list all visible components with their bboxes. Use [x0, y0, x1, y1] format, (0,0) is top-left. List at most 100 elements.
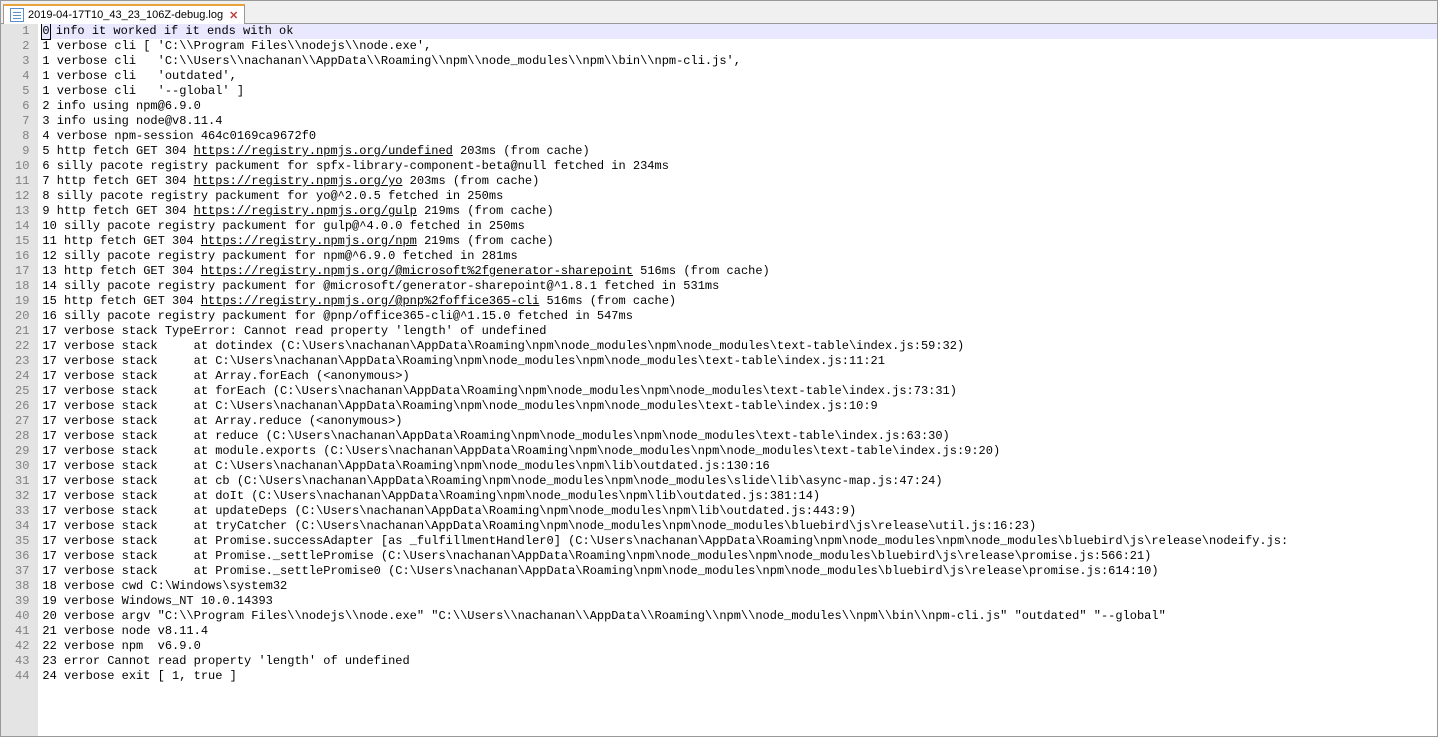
text-segment: 11 http fetch GET 304: [42, 234, 200, 248]
code-line[interactable]: 12 silly pacote registry packument for n…: [42, 249, 1437, 264]
code-line[interactable]: 16 silly pacote registry packument for @…: [42, 309, 1437, 324]
code-line[interactable]: 14 silly pacote registry packument for @…: [42, 279, 1437, 294]
line-number: 14: [15, 219, 29, 234]
text-segment: 3 info using node@v8.11.4: [42, 114, 222, 128]
code-line[interactable]: 17 verbose stack at Promise._settlePromi…: [42, 549, 1437, 564]
code-line[interactable]: 17 verbose stack at C:\Users\nachanan\Ap…: [42, 399, 1437, 414]
code-line[interactable]: 17 verbose stack at Array.reduce (<anony…: [42, 414, 1437, 429]
text-segment: 22 verbose npm v6.9.0: [42, 639, 200, 653]
text-segment: 17 verbose stack at Array.forEach (<anon…: [42, 369, 409, 383]
code-line[interactable]: 1 verbose cli '--global' ]: [42, 84, 1437, 99]
code-line[interactable]: 17 verbose stack at dotindex (C:\Users\n…: [42, 339, 1437, 354]
line-number: 38: [15, 579, 29, 594]
text-segment: 17 verbose stack at Promise._settlePromi…: [42, 564, 1158, 578]
code-line[interactable]: 8 silly pacote registry packument for yo…: [42, 189, 1437, 204]
text-segment: 17 verbose stack at tryCatcher (C:\Users…: [42, 519, 1036, 533]
url-link[interactable]: https://registry.npmjs.org/gulp: [194, 204, 417, 218]
code-line[interactable]: 11 http fetch GET 304 https://registry.n…: [42, 234, 1437, 249]
code-line[interactable]: 21 verbose node v8.11.4: [42, 624, 1437, 639]
editor-window: 2019-04-17T10_43_23_106Z-debug.log ✕ 12 3…: [0, 0, 1438, 737]
code-line[interactable]: 4 verbose npm-session 464c0169ca9672f0: [42, 129, 1437, 144]
line-number: 30: [15, 459, 29, 474]
code-line[interactable]: 17 verbose stack at Promise.successAdapt…: [42, 534, 1437, 549]
code-line[interactable]: 1 verbose cli [ 'C:\\Program Files\\node…: [42, 39, 1437, 54]
text-segment: 17 verbose stack at C:\Users\nachanan\Ap…: [42, 399, 877, 413]
code-line[interactable]: 20 verbose argv "C:\\Program Files\\node…: [42, 609, 1437, 624]
text-segment: 17 verbose stack at Promise._settlePromi…: [42, 549, 1151, 563]
text-segment: 203ms (from cache): [402, 174, 539, 188]
line-number: 43: [15, 654, 29, 669]
text-segment: 17 verbose stack at Promise.successAdapt…: [42, 534, 1288, 548]
text-segment: 14 silly pacote registry packument for @…: [42, 279, 719, 293]
code-content[interactable]: 0 info it worked if it ends with ok1 ver…: [38, 24, 1437, 736]
text-segment: 19 verbose Windows_NT 10.0.14393: [42, 594, 272, 608]
code-line[interactable]: 17 verbose stack TypeError: Cannot read …: [42, 324, 1437, 339]
code-line[interactable]: 2 info using npm@6.9.0: [42, 99, 1437, 114]
code-line[interactable]: 22 verbose npm v6.9.0: [42, 639, 1437, 654]
code-line[interactable]: 3 info using node@v8.11.4: [42, 114, 1437, 129]
url-link[interactable]: https://registry.npmjs.org/@pnp%2foffice…: [201, 294, 539, 308]
code-line[interactable]: 17 verbose stack at cb (C:\Users\nachana…: [42, 474, 1437, 489]
code-line[interactable]: 17 verbose stack at updateDeps (C:\Users…: [42, 504, 1437, 519]
line-number: 12: [15, 189, 29, 204]
text-segment: 17 verbose stack TypeError: Cannot read …: [42, 324, 546, 338]
code-line[interactable]: 7 http fetch GET 304 https://registry.np…: [42, 174, 1437, 189]
line-number: 35: [15, 534, 29, 549]
text-segment: 10 silly pacote registry packument for g…: [42, 219, 524, 233]
code-line[interactable]: 1 verbose cli 'outdated',: [42, 69, 1437, 84]
text-segment: 1 verbose cli 'outdated',: [42, 69, 236, 83]
url-link[interactable]: https://registry.npmjs.org/undefined: [194, 144, 453, 158]
code-line[interactable]: 24 verbose exit [ 1, true ]: [42, 669, 1437, 684]
code-line[interactable]: 19 verbose Windows_NT 10.0.14393: [42, 594, 1437, 609]
code-line[interactable]: 0 info it worked if it ends with ok: [42, 24, 1437, 39]
code-line[interactable]: 5 http fetch GET 304 https://registry.np…: [42, 144, 1437, 159]
code-line[interactable]: 18 verbose cwd C:\Windows\system32: [42, 579, 1437, 594]
text-segment: 6 silly pacote registry packument for sp…: [42, 159, 669, 173]
url-link[interactable]: https://registry.npmjs.org/@microsoft%2f…: [201, 264, 633, 278]
text-segment: 9 http fetch GET 304: [42, 204, 193, 218]
line-number: 26: [15, 399, 29, 414]
code-line[interactable]: 17 verbose stack at forEach (C:\Users\na…: [42, 384, 1437, 399]
code-line[interactable]: 17 verbose stack at module.exports (C:\U…: [42, 444, 1437, 459]
url-link[interactable]: https://registry.npmjs.org/yo: [194, 174, 403, 188]
code-line[interactable]: 17 verbose stack at C:\Users\nachanan\Ap…: [42, 459, 1437, 474]
text-segment: 20 verbose argv "C:\\Program Files\\node…: [42, 609, 1165, 623]
text-segment: 1 verbose cli 'C:\\Users\\nachanan\\AppD…: [42, 54, 741, 68]
text-segment: 17 verbose stack at module.exports (C:\U…: [42, 444, 1000, 458]
code-line[interactable]: 17 verbose stack at reduce (C:\Users\nac…: [42, 429, 1437, 444]
code-line[interactable]: 17 verbose stack at Promise._settlePromi…: [42, 564, 1437, 579]
url-link[interactable]: https://registry.npmjs.org/npm: [201, 234, 417, 248]
code-line[interactable]: 15 http fetch GET 304 https://registry.n…: [42, 294, 1437, 309]
line-number: 2: [15, 39, 29, 54]
code-line[interactable]: 13 http fetch GET 304 https://registry.n…: [42, 264, 1437, 279]
code-line[interactable]: 17 verbose stack at Array.forEach (<anon…: [42, 369, 1437, 384]
line-number: 21: [15, 324, 29, 339]
line-number: 3: [15, 54, 29, 69]
line-number: 39: [15, 594, 29, 609]
code-line[interactable]: 9 http fetch GET 304 https://registry.np…: [42, 204, 1437, 219]
line-number: 28: [15, 429, 29, 444]
file-tab[interactable]: 2019-04-17T10_43_23_106Z-debug.log ✕: [3, 4, 245, 24]
text-segment: 203ms (from cache): [453, 144, 590, 158]
code-line[interactable]: 1 verbose cli 'C:\\Users\\nachanan\\AppD…: [42, 54, 1437, 69]
text-segment: 516ms (from cache): [633, 264, 770, 278]
text-segment: 2 info using npm@6.9.0: [42, 99, 200, 113]
tab-filename: 2019-04-17T10_43_23_106Z-debug.log: [28, 9, 223, 21]
line-number: 19: [15, 294, 29, 309]
editor-area[interactable]: 1234567891011121314151617181920212223242…: [1, 24, 1437, 736]
code-line[interactable]: 6 silly pacote registry packument for sp…: [42, 159, 1437, 174]
line-number: 29: [15, 444, 29, 459]
code-line[interactable]: 10 silly pacote registry packument for g…: [42, 219, 1437, 234]
line-number: 37: [15, 564, 29, 579]
code-line[interactable]: 23 error Cannot read property 'length' o…: [42, 654, 1437, 669]
code-line[interactable]: 17 verbose stack at doIt (C:\Users\nacha…: [42, 489, 1437, 504]
line-number: 42: [15, 639, 29, 654]
text-segment: 17 verbose stack at Array.reduce (<anony…: [42, 414, 402, 428]
code-line[interactable]: 17 verbose stack at C:\Users\nachanan\Ap…: [42, 354, 1437, 369]
code-line[interactable]: 17 verbose stack at tryCatcher (C:\Users…: [42, 519, 1437, 534]
line-number: 36: [15, 549, 29, 564]
text-segment: 21 verbose node v8.11.4: [42, 624, 208, 638]
close-icon[interactable]: ✕: [229, 9, 238, 22]
text-segment: 219ms (from cache): [417, 234, 554, 248]
text-segment: 24 verbose exit [ 1, true ]: [42, 669, 236, 683]
